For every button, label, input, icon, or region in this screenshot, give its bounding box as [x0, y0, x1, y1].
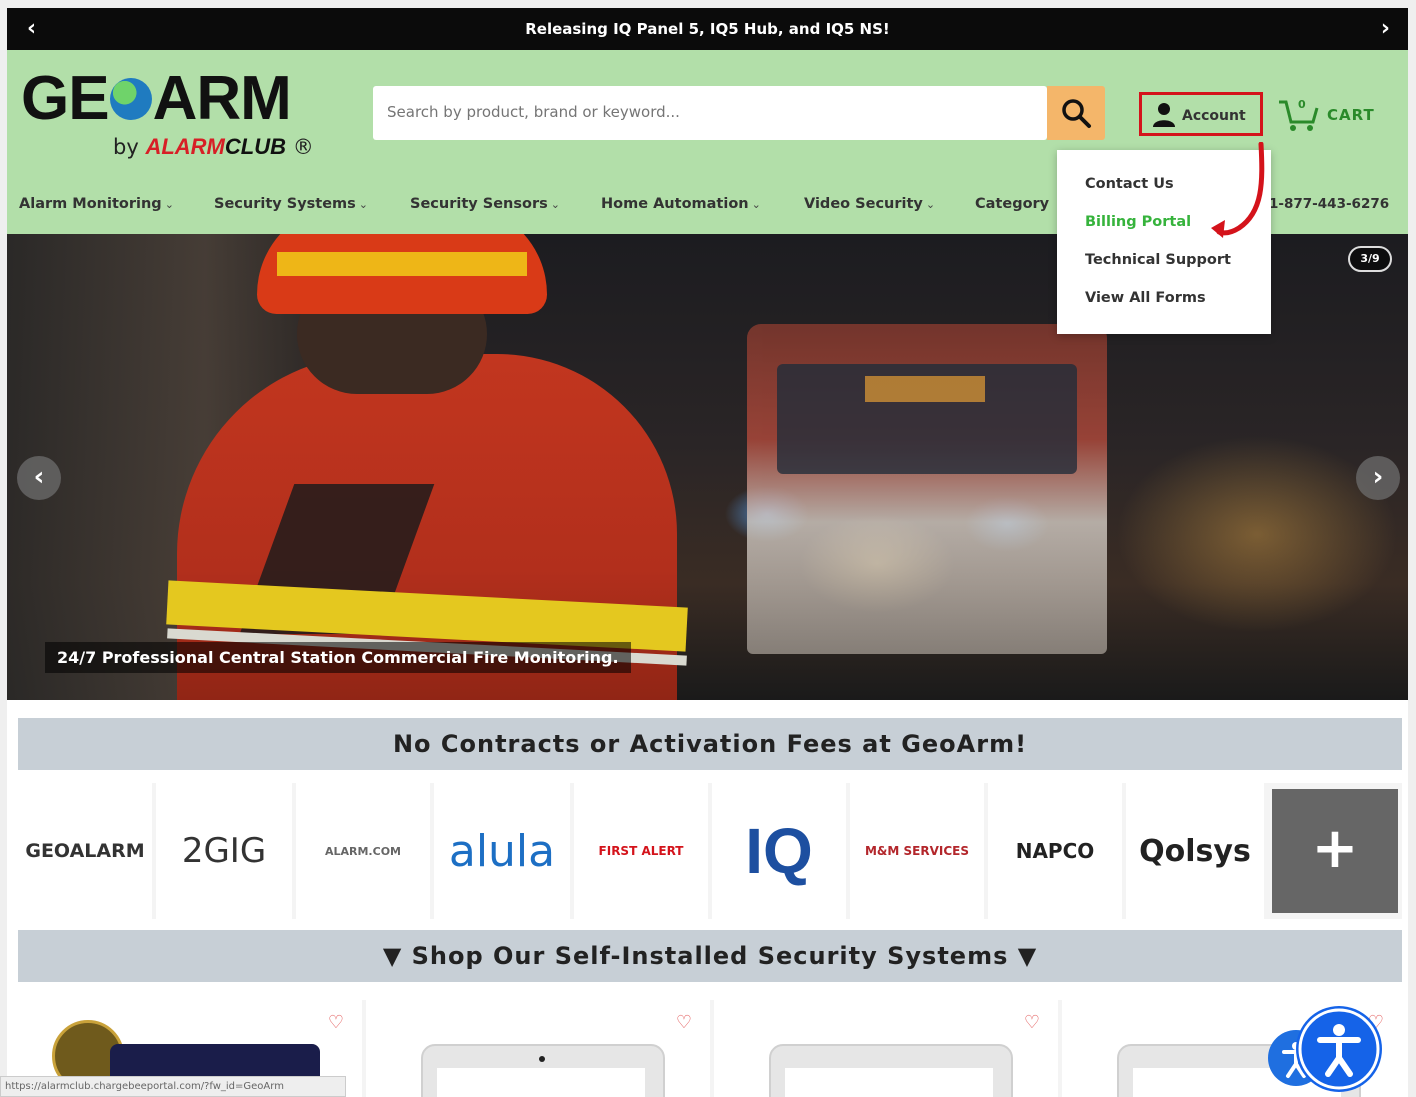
announcement-message[interactable]: Releasing IQ Panel 5, IQ5 Hub, and IQ5 N… [7, 20, 1408, 38]
account-button[interactable]: Account [1139, 92, 1263, 136]
announcement-bar: ‹ Releasing IQ Panel 5, IQ5 Hub, and IQ5… [7, 8, 1408, 50]
nav-item-alarm-monitoring[interactable]: Alarm Monitoring ⌄ [19, 196, 174, 212]
chevron-down-icon: ⌄ [925, 198, 936, 211]
page: ‹ Releasing IQ Panel 5, IQ5 Hub, and IQ5… [7, 8, 1408, 1097]
shop-systems-banner: ▼ Shop Our Self-Installed Security Syste… [18, 930, 1402, 982]
cart-count: 0 [1298, 98, 1306, 111]
globe-icon [109, 77, 152, 120]
brand-tile-geoalarm[interactable]: GEOALARM [18, 783, 152, 919]
nav-item-video-security[interactable]: Video Security ⌄ [804, 196, 935, 212]
logo-wordmark: GE ARM [21, 64, 292, 133]
brand-name: FIRST ALERT [598, 844, 684, 858]
product-card[interactable]: ♡ [366, 1000, 710, 1097]
menu-item-contact-us[interactable]: Contact Us [1085, 176, 1174, 192]
cart-label: CART [1327, 106, 1375, 124]
brand-tile-iq[interactable]: IQ [712, 783, 846, 919]
brand-name: ALARM.COM [324, 844, 401, 858]
brand-tile-first-alert[interactable]: FIRST ALERT [574, 783, 708, 919]
brand-name: 2GIG [181, 831, 267, 871]
brand-tile-2gig[interactable]: 2GIG [156, 783, 292, 919]
search-button[interactable] [1047, 86, 1105, 140]
search-input[interactable] [385, 86, 1029, 138]
camera-dot [539, 1056, 545, 1062]
chevron-right-icon[interactable]: › [1381, 16, 1390, 41]
brand-name: Qolsys [1139, 833, 1251, 869]
slider-next-button[interactable]: › [1356, 456, 1400, 500]
chevron-down-icon: ⌄ [550, 198, 560, 211]
status-bar-url: https://alarmclub.chargebeeportal.com/?f… [0, 1076, 346, 1097]
hero-helmet [257, 234, 547, 314]
annotation-arrow-icon [1211, 142, 1265, 238]
search-icon [1062, 99, 1091, 128]
product-image [769, 1044, 1013, 1097]
geoarm-logo[interactable]: GE ARM by ALARMCLUB ® [21, 64, 341, 160]
menu-item-technical-support[interactable]: Technical Support [1085, 252, 1231, 268]
cart-button[interactable]: 0 CART [1277, 96, 1387, 132]
chevron-down-icon: ⌄ [358, 198, 368, 211]
slide-counter: 3/9 [1348, 246, 1392, 272]
product-image [421, 1044, 665, 1097]
brand-name: GEOALARM [25, 840, 145, 862]
accessibility-icon [1298, 1008, 1380, 1090]
hero-firetruck [747, 324, 1107, 654]
brand-tile-alarm-com[interactable]: ALARM.COM [296, 783, 430, 919]
chevron-down-icon: ⌄ [751, 198, 761, 211]
heart-icon[interactable]: ♡ [1024, 1012, 1040, 1033]
search-box [373, 86, 1047, 140]
brand-name: IQ [745, 815, 813, 887]
slider-prev-button[interactable]: ‹ [17, 456, 61, 500]
device-screen [437, 1068, 645, 1097]
menu-item-billing-portal[interactable]: Billing Portal [1085, 214, 1191, 230]
logo-subtitle: by ALARMCLUB ® [113, 134, 314, 159]
brand-strip: GEOALARM 2GIG ALARM.COM alula FIRST ALER… [18, 783, 1402, 919]
brand-name: alula [448, 825, 556, 877]
chevron-down-icon: ⌄ [164, 198, 174, 211]
brand-tile-napco[interactable]: NAPCO [988, 783, 1122, 919]
hero-caption[interactable]: 24/7 Professional Central Station Commer… [45, 642, 631, 673]
nav-item-category[interactable]: Category [975, 196, 1049, 212]
brand-tile-alula[interactable]: alula [434, 783, 570, 919]
account-label: Account [1182, 108, 1246, 124]
heart-icon[interactable]: ♡ [676, 1012, 692, 1033]
more-brands-button[interactable]: + [1272, 789, 1398, 913]
firetruck-sign [865, 376, 985, 402]
no-contracts-banner: No Contracts or Activation Fees at GeoAr… [18, 718, 1402, 770]
brand-name: M&M SERVICES [864, 844, 969, 858]
nav-item-security-sensors[interactable]: Security Sensors ⌄ [410, 196, 560, 212]
hero-helmet-band [277, 252, 527, 276]
brand-tile-mm-services[interactable]: M&M SERVICES [850, 783, 984, 919]
nav-item-home-automation[interactable]: Home Automation ⌄ [601, 196, 761, 212]
nav-item-security-systems[interactable]: Security Systems ⌄ [214, 196, 368, 212]
accessibility-button[interactable] [1296, 1006, 1382, 1092]
brand-name: NAPCO [1015, 839, 1095, 863]
device-screen [785, 1068, 993, 1097]
heart-icon[interactable]: ♡ [328, 1012, 344, 1033]
menu-item-view-all-forms[interactable]: View All Forms [1085, 290, 1206, 306]
phone-number[interactable]: 1-877-443-6276 [1269, 196, 1389, 212]
brand-tile-qolsys[interactable]: Qolsys [1126, 783, 1264, 919]
user-icon [1153, 103, 1175, 127]
product-card[interactable]: ♡ [714, 1000, 1058, 1097]
